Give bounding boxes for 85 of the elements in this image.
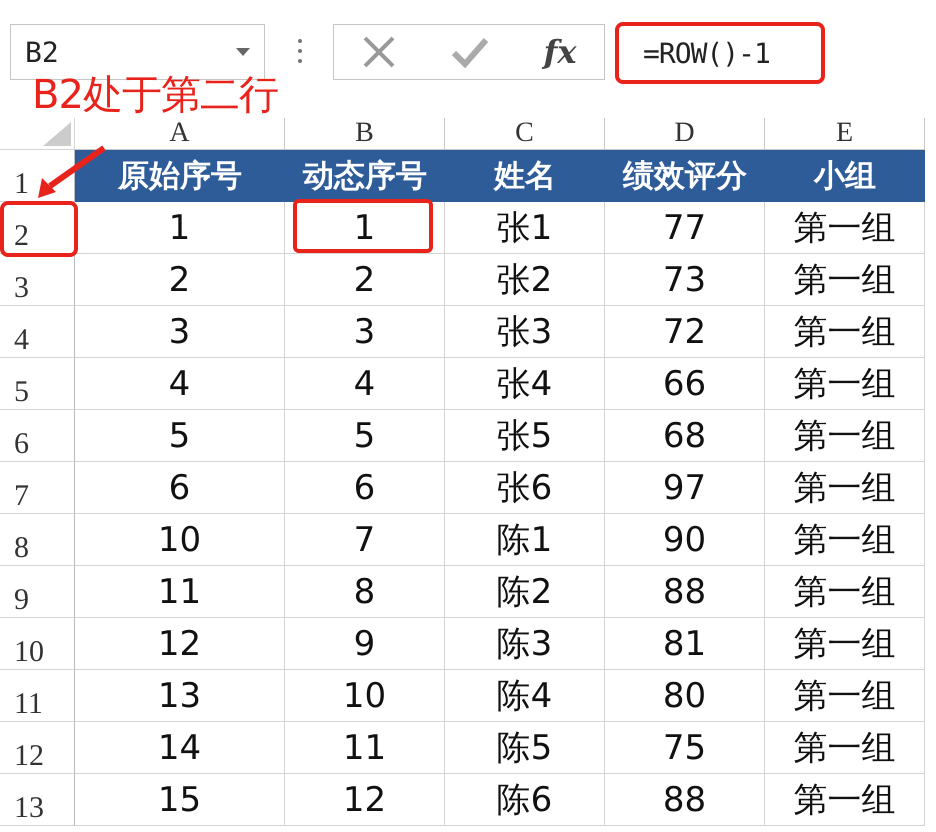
table-cell: 第一组 bbox=[765, 774, 925, 826]
row-header[interactable]: 8 bbox=[0, 514, 75, 566]
table-cell: 第一组 bbox=[765, 254, 925, 306]
checkmark-icon[interactable] bbox=[450, 36, 489, 68]
header-cell: 绩效评分 bbox=[605, 150, 765, 202]
table-cell: 陈6 bbox=[445, 774, 605, 826]
table-cell: 陈4 bbox=[445, 670, 605, 722]
table-cell: 第一组 bbox=[765, 514, 925, 566]
table-cell: 11 bbox=[285, 722, 445, 774]
table-cell: 88 bbox=[605, 566, 765, 618]
table-cell: 第一组 bbox=[765, 410, 925, 462]
table-cell: 陈5 bbox=[445, 722, 605, 774]
row-header[interactable]: 10 bbox=[0, 618, 75, 670]
row-header[interactable]: 4 bbox=[0, 306, 75, 358]
table-cell: 第一组 bbox=[765, 722, 925, 774]
table-cell: 张3 bbox=[445, 306, 605, 358]
row-header[interactable]: 2 bbox=[0, 202, 75, 254]
table-cell: 80 bbox=[605, 670, 765, 722]
table-cell: 10 bbox=[75, 514, 285, 566]
table-cell: 81 bbox=[605, 618, 765, 670]
table-cell: 2 bbox=[285, 254, 445, 306]
table-cell: 88 bbox=[605, 774, 765, 826]
arrow-icon bbox=[36, 144, 106, 200]
row-header[interactable]: 3 bbox=[0, 254, 75, 306]
table-cell: 9 bbox=[285, 618, 445, 670]
table-cell: 第一组 bbox=[765, 618, 925, 670]
more-icon[interactable] bbox=[297, 38, 303, 64]
table-cell: 66 bbox=[605, 358, 765, 410]
table-cell: 13 bbox=[75, 670, 285, 722]
table-cell: 11 bbox=[75, 566, 285, 618]
table-cell: 5 bbox=[75, 410, 285, 462]
table-cell: 12 bbox=[285, 774, 445, 826]
dropdown-icon[interactable] bbox=[236, 48, 250, 56]
row-header[interactable]: 5 bbox=[0, 358, 75, 410]
table-cell: 张5 bbox=[445, 410, 605, 462]
formula-field[interactable]: =ROW()-1 bbox=[615, 22, 825, 84]
table-cell: 3 bbox=[285, 306, 445, 358]
table-cell: 4 bbox=[75, 358, 285, 410]
cancel-icon[interactable] bbox=[362, 35, 396, 69]
table-cell: 陈1 bbox=[445, 514, 605, 566]
header-cell: 小组 bbox=[765, 150, 925, 202]
table-cell: 73 bbox=[605, 254, 765, 306]
table-cell: 6 bbox=[285, 462, 445, 514]
row-header[interactable]: 7 bbox=[0, 462, 75, 514]
table-cell: 张4 bbox=[445, 358, 605, 410]
table-cell: 张6 bbox=[445, 462, 605, 514]
table-cell: 陈3 bbox=[445, 618, 605, 670]
table-cell: 4 bbox=[285, 358, 445, 410]
table-cell: 90 bbox=[605, 514, 765, 566]
table-cell: 72 bbox=[605, 306, 765, 358]
row-header[interactable]: 6 bbox=[0, 410, 75, 462]
table-cell: 6 bbox=[75, 462, 285, 514]
table-cell: 3 bbox=[75, 306, 285, 358]
table-cell: 第一组 bbox=[765, 670, 925, 722]
table-cell: 12 bbox=[75, 618, 285, 670]
table-cell: 第一组 bbox=[765, 358, 925, 410]
row-header[interactable]: 12 bbox=[0, 722, 75, 774]
table-cell: 陈2 bbox=[445, 566, 605, 618]
table-cell: 5 bbox=[285, 410, 445, 462]
row-header[interactable]: 9 bbox=[0, 566, 75, 618]
table-cell: 第一组 bbox=[765, 306, 925, 358]
table-cell: 10 bbox=[285, 670, 445, 722]
header-cell: 动态序号 bbox=[285, 150, 445, 202]
row-header[interactable]: 13 bbox=[0, 774, 75, 826]
row-header[interactable]: 11 bbox=[0, 670, 75, 722]
table-cell: 第一组 bbox=[765, 462, 925, 514]
table-cell: 7 bbox=[285, 514, 445, 566]
header-cell: 姓名 bbox=[445, 150, 605, 202]
table-cell: 第一组 bbox=[765, 566, 925, 618]
table-cell: 75 bbox=[605, 722, 765, 774]
table-cell: 张1 bbox=[445, 202, 605, 254]
table-cell: 68 bbox=[605, 410, 765, 462]
select-all-icon[interactable] bbox=[43, 122, 71, 146]
table-cell: 97 bbox=[605, 462, 765, 514]
table-cell: 15 bbox=[75, 774, 285, 826]
table-cell: 1 bbox=[285, 202, 445, 254]
table-cell: 2 bbox=[75, 254, 285, 306]
table-cell: 8 bbox=[285, 566, 445, 618]
insert-function-button[interactable]: fx bbox=[544, 33, 576, 71]
table-cell: 1 bbox=[75, 202, 285, 254]
table-cell: 77 bbox=[605, 202, 765, 254]
table-cell: 14 bbox=[75, 722, 285, 774]
table-cell: 张2 bbox=[445, 254, 605, 306]
header-cell: 原始序号 bbox=[75, 150, 285, 202]
table-cell: 第一组 bbox=[765, 202, 925, 254]
